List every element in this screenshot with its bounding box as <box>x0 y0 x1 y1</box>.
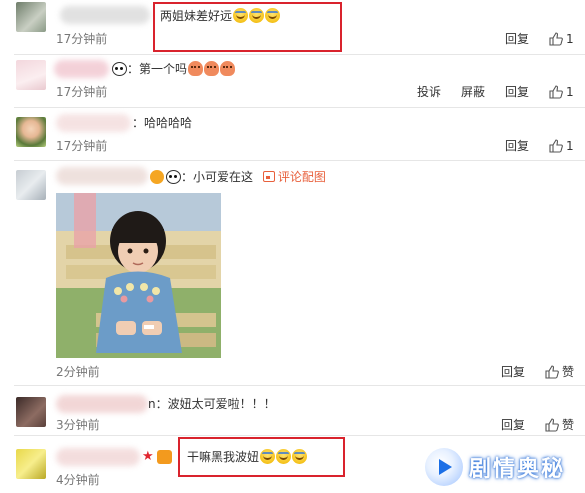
username-blurred[interactable] <box>54 60 109 78</box>
watermark: 剧情奥秘 <box>425 447 577 487</box>
watermark-text: 剧情奥秘 <box>469 457 566 482</box>
like-button[interactable]: 1 <box>549 84 574 100</box>
comment-time: 3分钟前 <box>56 418 100 432</box>
comment-text-content: ：小可爱在这 <box>181 170 254 184</box>
avatar[interactable] <box>16 2 46 32</box>
comment-text-content: ：第一个吗 <box>127 62 188 76</box>
divider <box>14 160 585 161</box>
thumbs-up-icon <box>545 418 559 432</box>
divider <box>14 385 585 386</box>
block-button[interactable]: 屏蔽 <box>461 84 485 100</box>
play-logo-icon <box>425 448 463 486</box>
vip-badge-icon <box>150 170 164 184</box>
like-button[interactable]: 1 <box>549 138 574 154</box>
avatar[interactable] <box>16 397 46 427</box>
username-blurred[interactable] <box>56 448 140 466</box>
like-count: 1 <box>566 139 574 153</box>
comment-time: 17分钟前 <box>56 139 108 153</box>
comment-text: ：小可爱在这 评论配图 <box>150 169 326 185</box>
reply-button[interactable]: 回复 <box>505 138 529 154</box>
highlight-box <box>178 437 345 477</box>
avatar[interactable] <box>16 170 46 200</box>
reply-button[interactable]: 回复 <box>505 31 529 47</box>
octopus-emoji-icon <box>220 61 236 76</box>
comment-time: 2分钟前 <box>56 365 100 379</box>
like-count: 1 <box>566 85 574 99</box>
like-button[interactable]: 赞 <box>545 417 574 433</box>
divider <box>14 107 585 108</box>
divider <box>14 435 585 436</box>
comment-item: ：第一个吗 17分钟前 投诉 屏蔽 回复 1 <box>0 56 585 106</box>
comment-time: 4分钟前 <box>56 473 100 487</box>
comment-image-link[interactable]: 评论配图 <box>262 170 326 184</box>
comment-item: ：哈哈哈哈 17分钟前 回复 1 <box>0 109 585 159</box>
like-count: 1 <box>566 32 574 46</box>
reply-button[interactable]: 回复 <box>505 84 529 100</box>
reply-button[interactable]: 回复 <box>501 364 525 380</box>
like-count: 赞 <box>562 365 575 379</box>
comment-time: 17分钟前 <box>56 85 108 99</box>
thumbs-up-icon <box>545 365 559 379</box>
comment-item: n：波妞太可爱啦！！！ 3分钟前 回复 赞 <box>0 387 585 433</box>
username-blurred[interactable] <box>56 167 148 185</box>
comment-image[interactable] <box>56 193 221 358</box>
star-badge-icon: ★ <box>142 449 154 464</box>
octopus-emoji-icon <box>188 61 204 76</box>
thumbs-up-icon <box>549 85 563 99</box>
comment-text: n：波妞太可爱啦！！！ <box>148 397 276 411</box>
highlight-box <box>153 2 342 52</box>
image-tag-icon <box>262 171 275 182</box>
panda-emoji-icon <box>112 62 127 76</box>
like-button[interactable]: 赞 <box>545 364 574 380</box>
octopus-emoji-icon <box>204 61 220 76</box>
like-count: 赞 <box>562 418 575 432</box>
level-badge-icon <box>157 450 172 464</box>
avatar[interactable] <box>16 117 46 147</box>
child-photo-image <box>56 193 221 358</box>
reply-button[interactable]: 回复 <box>501 417 525 433</box>
comment-text: ：第一个吗 <box>112 61 236 77</box>
panda-emoji-icon <box>166 170 181 184</box>
avatar[interactable] <box>16 60 46 90</box>
comment-text: ：哈哈哈哈 <box>132 116 193 130</box>
username-blurred[interactable] <box>60 6 150 24</box>
report-button[interactable]: 投诉 <box>417 84 441 100</box>
avatar[interactable] <box>16 449 46 479</box>
comment-time: 17分钟前 <box>56 32 108 46</box>
comment-image-label: 评论配图 <box>277 170 326 184</box>
thumbs-up-icon <box>549 139 563 153</box>
thumbs-up-icon <box>549 32 563 46</box>
like-button[interactable]: 1 <box>549 31 574 47</box>
divider <box>14 54 585 55</box>
username-blurred[interactable] <box>56 114 131 132</box>
username-blurred[interactable] <box>56 395 148 413</box>
